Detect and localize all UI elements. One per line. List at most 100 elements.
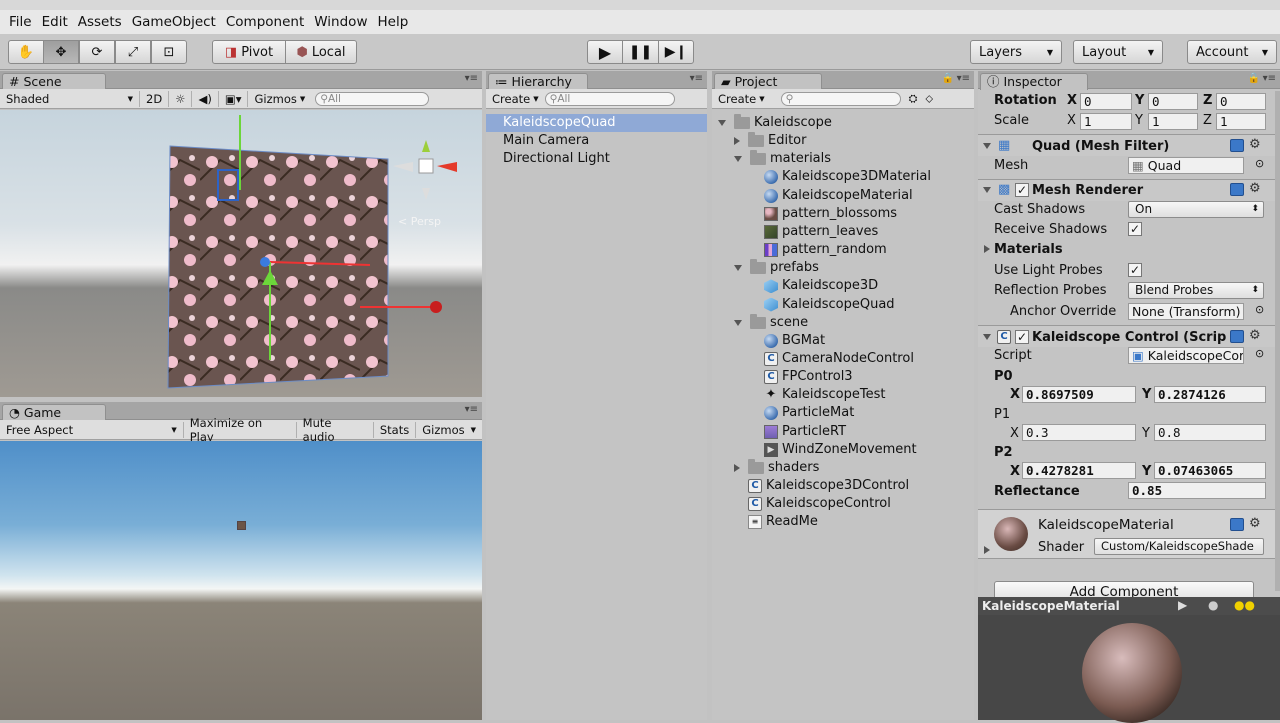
collapse-arrow-icon[interactable] — [734, 265, 742, 272]
mesh-field[interactable]: ▦ Quad — [1128, 157, 1244, 174]
reflection-probes-dropdown[interactable]: Blend Probes ⬍ — [1128, 282, 1264, 299]
project-item[interactable]: C KaleidscopeControl — [734, 495, 891, 513]
tab-scene[interactable]: # Scene — [2, 73, 106, 90]
account-dropdown[interactable]: Account ▼ — [1187, 40, 1277, 64]
panel-menu-icon[interactable]: ▾≡ — [957, 73, 970, 84]
project-item[interactable]: BGMat — [750, 332, 825, 350]
project-item[interactable]: ParticleRT — [750, 423, 846, 441]
project-item[interactable]: KaleidscopeMaterial — [750, 187, 913, 205]
hierarchy-create-dropdown[interactable]: Create ▼ — [486, 91, 545, 107]
hierarchy-item[interactable]: Directional Light — [503, 150, 610, 168]
collapse-arrow-icon[interactable] — [734, 319, 742, 326]
tab-game[interactable]: ◔ Game — [2, 404, 106, 421]
menu-gameobject[interactable]: GameObject — [127, 14, 221, 30]
p0-y-field[interactable]: 0.2874126 — [1154, 386, 1266, 403]
lock-icon[interactable]: 🔒 — [942, 73, 954, 84]
project-item[interactable]: ✦ KaleidscopeTest — [750, 386, 886, 404]
kaleidscope-control-enabled-checkbox[interactable]: ✓ — [1015, 330, 1029, 344]
collapse-arrow-icon[interactable] — [983, 334, 991, 340]
project-item[interactable]: Kaleidscope3DMaterial — [750, 168, 931, 186]
layers-dropdown[interactable]: Layers ▼ — [970, 40, 1062, 64]
scale-x-field[interactable]: 1 — [1080, 113, 1132, 130]
inspector-scrollbar[interactable] — [1275, 91, 1280, 591]
menu-component[interactable]: Component — [221, 14, 309, 30]
rotation-y-field[interactable]: 0 — [1148, 93, 1198, 110]
receive-shadows-checkbox[interactable]: ✓ — [1128, 222, 1142, 236]
project-item[interactable]: Kaleidscope3D — [750, 277, 878, 295]
project-item[interactable]: Editor — [734, 132, 806, 150]
audio-toggle[interactable]: ◀) — [192, 90, 219, 107]
menu-edit[interactable]: Edit — [37, 14, 73, 30]
project-item[interactable]: pattern_random — [750, 241, 887, 259]
preview-play-icon[interactable]: ▶ — [1178, 598, 1187, 612]
hand-tool-button[interactable]: ✋ — [8, 40, 44, 64]
scene-gizmos-dropdown[interactable]: Gizmos ▼ — [248, 91, 311, 107]
materials-foldout[interactable]: Materials — [994, 242, 1063, 257]
mute-audio-toggle[interactable]: Mute audio — [297, 416, 374, 444]
preview-light-icon[interactable]: ●● — [1234, 598, 1255, 612]
panel-menu-icon[interactable]: ▾≡ — [465, 73, 478, 84]
tab-inspector[interactable]: ⓘ Inspector — [980, 73, 1088, 90]
rotate-tool-button[interactable]: ⟳ — [79, 40, 115, 64]
scale-tool-button[interactable]: ⤢ — [115, 40, 151, 64]
collapse-arrow-icon[interactable] — [734, 156, 742, 163]
local-toggle[interactable]: ⬢ Local — [285, 40, 357, 64]
expand-arrow-icon[interactable] — [984, 546, 990, 554]
scene-viewport[interactable]: < Persp — [0, 110, 482, 397]
project-search-input[interactable]: ⚲ — [780, 91, 901, 106]
expand-arrow-icon[interactable] — [734, 137, 740, 146]
preview-sphere-icon[interactable]: ● — [1208, 598, 1218, 612]
gear-icon[interactable]: ⚙ — [1249, 181, 1261, 196]
toggle-2d-button[interactable]: 2D — [140, 90, 170, 107]
game-gizmos-dropdown[interactable]: Gizmos ▼ — [416, 422, 482, 438]
maximize-on-play-toggle[interactable]: Maximize on Play — [184, 416, 297, 444]
project-item[interactable]: materials — [734, 150, 831, 168]
gear-icon[interactable]: ⚙ — [1249, 328, 1261, 343]
use-light-probes-checkbox[interactable]: ✓ — [1128, 263, 1142, 277]
scale-y-field[interactable]: 1 — [1148, 113, 1198, 130]
rotation-x-field[interactable]: 0 — [1080, 93, 1132, 110]
project-item[interactable]: pattern_blossoms — [750, 205, 897, 223]
shader-dropdown[interactable]: Custom/KaleidscopeShade — [1094, 538, 1264, 555]
step-button[interactable]: ▶❙ — [658, 40, 694, 64]
project-item[interactable]: shaders — [734, 458, 819, 477]
mesh-renderer-enabled-checkbox[interactable]: ✓ — [1015, 183, 1029, 197]
object-picker-icon[interactable]: ⊙ — [1255, 347, 1264, 360]
help-book-icon[interactable] — [1230, 139, 1244, 152]
scale-z-field[interactable]: 1 — [1216, 113, 1266, 130]
gear-icon[interactable]: ⚙ — [1249, 516, 1261, 531]
menu-help[interactable]: Help — [372, 14, 413, 30]
help-book-icon[interactable] — [1230, 183, 1244, 196]
menu-file[interactable]: File — [4, 14, 37, 30]
script-field[interactable]: ▣ KaleidscopeCor — [1128, 347, 1244, 364]
rect-tool-button[interactable]: ⊡ — [151, 40, 187, 64]
p2-y-field[interactable]: 0.07463065 — [1154, 462, 1266, 479]
project-create-dropdown[interactable]: Create ▼ — [712, 91, 771, 107]
scene-search-input[interactable]: ⚲ All — [315, 91, 430, 106]
expand-arrow-icon[interactable] — [984, 245, 990, 253]
panel-menu-icon[interactable]: ▾≡ — [465, 404, 478, 415]
tab-project[interactable]: ▰ Project — [714, 73, 822, 90]
menu-assets[interactable]: Assets — [73, 14, 127, 30]
project-item[interactable]: KaleidscopeQuad — [750, 296, 895, 314]
p1-x-field[interactable]: 0.3 — [1022, 424, 1136, 441]
object-picker-icon[interactable]: ⊙ — [1255, 303, 1264, 316]
project-item[interactable]: C CameraNodeControl — [750, 350, 914, 368]
shading-dropdown[interactable]: Shaded ▼ — [0, 90, 140, 107]
anchor-override-field[interactable]: None (Transform) — [1128, 303, 1244, 320]
collapse-arrow-icon[interactable] — [983, 143, 991, 149]
help-book-icon[interactable] — [1230, 330, 1244, 343]
move-tool-button[interactable]: ✥ — [43, 40, 79, 64]
project-item[interactable]: C FPControl3 — [750, 368, 853, 386]
menu-window[interactable]: Window — [309, 14, 372, 30]
p1-y-field[interactable]: 0.8 — [1154, 424, 1266, 441]
project-item[interactable]: scene — [734, 313, 808, 332]
filter-by-type-icon[interactable]: ⛭ — [909, 92, 918, 106]
collapse-arrow-icon[interactable] — [718, 120, 726, 126]
tab-hierarchy[interactable]: ≔ Hierarchy — [488, 73, 588, 90]
layout-dropdown[interactable]: Layout ▼ — [1073, 40, 1163, 64]
reflectance-field[interactable]: 0.85 — [1128, 482, 1266, 499]
game-viewport[interactable] — [0, 441, 482, 720]
rotation-z-field[interactable]: 0 — [1216, 93, 1266, 110]
project-item[interactable]: ≡ ReadMe — [734, 513, 818, 531]
